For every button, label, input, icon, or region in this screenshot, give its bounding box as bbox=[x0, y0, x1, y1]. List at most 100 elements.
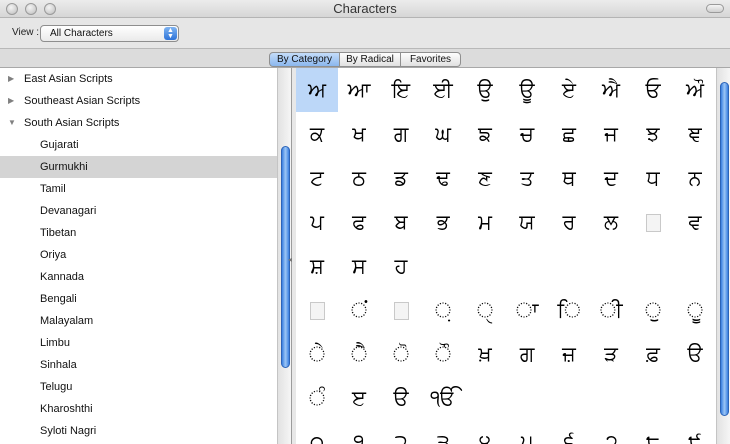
character-cell[interactable]: ੀ bbox=[590, 288, 632, 332]
sidebar-item[interactable]: Oriya bbox=[0, 244, 277, 266]
sidebar-item[interactable]: Sinhala bbox=[0, 354, 277, 376]
character-cell[interactable]: ੪ bbox=[464, 420, 506, 444]
character-cell[interactable]: ੭ bbox=[590, 420, 632, 444]
sidebar-item[interactable]: Malayalam bbox=[0, 310, 277, 332]
character-cell[interactable]: ਯ bbox=[506, 200, 548, 244]
character-cell[interactable]: ਗ bbox=[380, 112, 422, 156]
grid-scrollbar[interactable] bbox=[716, 68, 730, 444]
character-cell[interactable]: ਣ bbox=[464, 156, 506, 200]
sidebar-item[interactable]: Bengali bbox=[0, 288, 277, 310]
character-cell[interactable]: ੴ bbox=[422, 376, 464, 420]
sidebar-item[interactable]: Kharoshthi bbox=[0, 398, 277, 420]
character-cell[interactable]: ਊ bbox=[506, 68, 548, 112]
character-cell[interactable]: ੳ bbox=[380, 376, 422, 420]
character-cell[interactable]: ਈ bbox=[422, 68, 464, 112]
splitter-handle-icon[interactable]: ◂ bbox=[288, 255, 292, 264]
character-cell[interactable]: ੧ bbox=[338, 420, 380, 444]
character-cell[interactable]: ਐ bbox=[590, 68, 632, 112]
character-cell[interactable]: ਵ bbox=[674, 200, 716, 244]
character-cell[interactable]: ਂ bbox=[338, 288, 380, 332]
character-cell[interactable] bbox=[296, 288, 338, 332]
character-cell[interactable]: ੌ bbox=[422, 332, 464, 376]
character-cell[interactable] bbox=[380, 288, 422, 332]
character-cell[interactable]: ਮ bbox=[464, 200, 506, 244]
character-cell[interactable]: ੳ bbox=[674, 332, 716, 376]
sidebar-item[interactable]: Gujarati bbox=[0, 134, 277, 156]
character-cell[interactable]: ਚ bbox=[506, 112, 548, 156]
sidebar-item[interactable]: Tibetan bbox=[0, 222, 277, 244]
character-cell[interactable]: ੬ bbox=[548, 420, 590, 444]
character-cell[interactable]: ਖ਼ bbox=[464, 332, 506, 376]
character-cell[interactable]: ਦ bbox=[590, 156, 632, 200]
character-cell[interactable]: ਸ਼ bbox=[296, 244, 338, 288]
sidebar-item[interactable]: Tamil bbox=[0, 178, 277, 200]
character-cell[interactable]: ਤ bbox=[506, 156, 548, 200]
character-cell[interactable]: ਙ bbox=[464, 112, 506, 156]
character-cell[interactable]: ਅ bbox=[296, 68, 338, 112]
character-cell[interactable]: ੈ bbox=[338, 332, 380, 376]
character-cell[interactable]: ਉ bbox=[464, 68, 506, 112]
triangle-down-icon[interactable]: ▼ bbox=[8, 112, 16, 134]
tab-favorites[interactable]: Favorites bbox=[400, 52, 461, 67]
character-cell[interactable]: ਔ bbox=[674, 68, 716, 112]
character-cell[interactable]: ਡ bbox=[380, 156, 422, 200]
character-cell[interactable]: ੜ bbox=[590, 332, 632, 376]
character-cell[interactable]: ਇ bbox=[380, 68, 422, 112]
character-cell[interactable]: ਛ bbox=[548, 112, 590, 156]
character-cell[interactable]: ਏ bbox=[548, 68, 590, 112]
character-cell[interactable]: ੑ bbox=[464, 288, 506, 332]
character-cell[interactable]: ਝ bbox=[632, 112, 674, 156]
character-cell[interactable]: ੂ bbox=[674, 288, 716, 332]
sidebar-item[interactable]: Devanagari bbox=[0, 200, 277, 222]
character-cell[interactable]: ਲ bbox=[590, 200, 632, 244]
character-cell[interactable]: ੰ bbox=[296, 376, 338, 420]
character-cell[interactable]: ੦ bbox=[296, 420, 338, 444]
character-cell[interactable]: ੲ bbox=[338, 376, 380, 420]
view-select[interactable]: All Characters ▲ ▼ bbox=[40, 25, 179, 42]
character-cell[interactable]: ੩ bbox=[422, 420, 464, 444]
character-cell[interactable]: ਸ bbox=[338, 244, 380, 288]
triangle-right-icon[interactable]: ▶ bbox=[8, 90, 14, 112]
character-cell[interactable]: ਫ bbox=[338, 200, 380, 244]
character-cell[interactable]: ੇ bbox=[296, 332, 338, 376]
character-cell[interactable]: ਰ bbox=[548, 200, 590, 244]
character-cell[interactable]: ਜ bbox=[590, 112, 632, 156]
toolbar-toggle-icon[interactable] bbox=[706, 4, 724, 13]
character-cell[interactable]: ਥ bbox=[548, 156, 590, 200]
character-cell[interactable]: ਠ bbox=[338, 156, 380, 200]
character-cell[interactable]: ਕ bbox=[296, 112, 338, 156]
sidebar-item[interactable]: Kannada bbox=[0, 266, 277, 288]
triangle-right-icon[interactable]: ▶ bbox=[8, 68, 14, 90]
character-cell[interactable]: ਓ bbox=[632, 68, 674, 112]
character-cell[interactable]: ਨ bbox=[674, 156, 716, 200]
character-cell[interactable]: ਖ bbox=[338, 112, 380, 156]
sidebar-item[interactable]: Limbu bbox=[0, 332, 277, 354]
character-cell[interactable]: ੁ bbox=[632, 288, 674, 332]
category-item[interactable]: ▶ East Asian Scripts bbox=[0, 68, 277, 90]
character-cell[interactable]: ਭ bbox=[422, 200, 464, 244]
character-cell[interactable] bbox=[632, 200, 674, 244]
character-cell[interactable]: ਫ਼ bbox=[632, 332, 674, 376]
character-cell[interactable]: ਹ bbox=[380, 244, 422, 288]
character-cell[interactable]: ਬ bbox=[380, 200, 422, 244]
tab-by-radical[interactable]: By Radical bbox=[339, 52, 401, 67]
sidebar-item[interactable]: Telugu bbox=[0, 376, 277, 398]
character-cell[interactable]: ਧ bbox=[632, 156, 674, 200]
character-cell[interactable]: ਿ bbox=[548, 288, 590, 332]
character-cell[interactable]: ਗ bbox=[506, 332, 548, 376]
character-cell[interactable]: ੮ bbox=[632, 420, 674, 444]
character-cell[interactable]: ਆ bbox=[338, 68, 380, 112]
sidebar-item[interactable]: Gurmukhi bbox=[0, 156, 277, 178]
grid-scroll-thumb[interactable] bbox=[720, 82, 729, 416]
character-cell[interactable]: ੋ bbox=[380, 332, 422, 376]
category-item[interactable]: ▼ South Asian Scripts bbox=[0, 112, 277, 134]
character-cell[interactable]: ਪ bbox=[296, 200, 338, 244]
character-cell[interactable]: ਾ bbox=[506, 288, 548, 332]
character-cell[interactable]: ਜ਼ bbox=[548, 332, 590, 376]
character-cell[interactable]: ੨ bbox=[380, 420, 422, 444]
sidebar-item[interactable]: Syloti Nagri bbox=[0, 420, 277, 442]
character-cell[interactable]: ਟ bbox=[296, 156, 338, 200]
character-cell[interactable]: ੫ bbox=[506, 420, 548, 444]
category-item[interactable]: ▶ Southeast Asian Scripts bbox=[0, 90, 277, 112]
character-cell[interactable]: ਘ bbox=[422, 112, 464, 156]
